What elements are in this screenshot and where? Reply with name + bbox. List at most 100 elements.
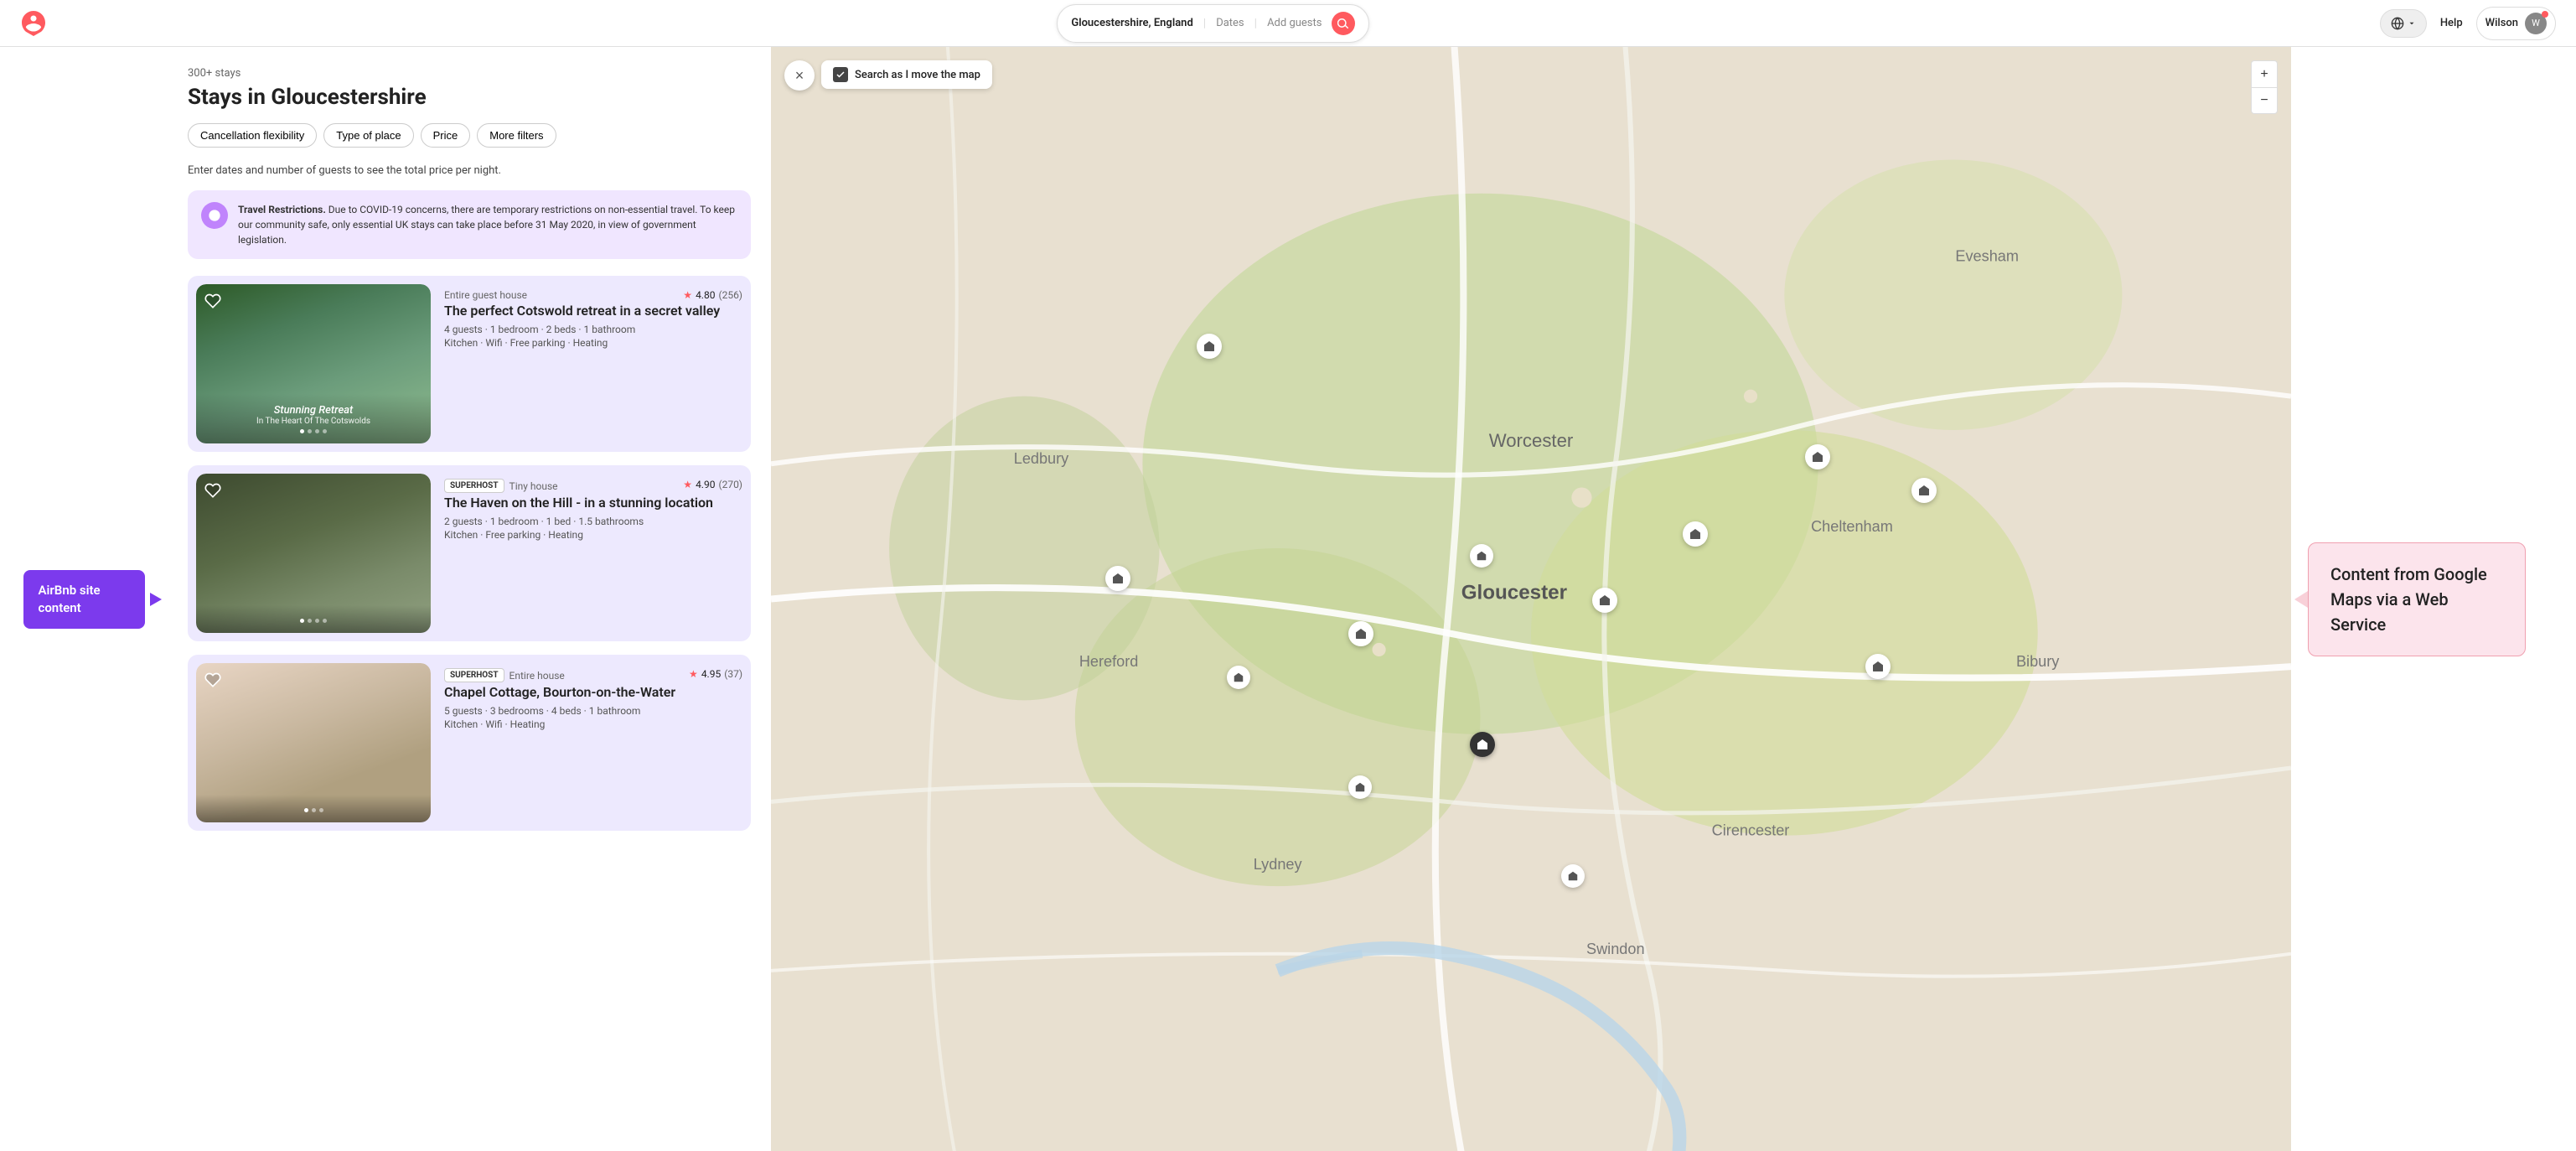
svg-text:Cirencester: Cirencester (1712, 822, 1790, 839)
card-amenities-2: Kitchen · Free parking · Heating (444, 529, 742, 541)
alert-text: Travel Restrictions. Due to COVID-19 con… (238, 202, 737, 247)
svg-text:Ledbury: Ledbury (1014, 450, 1069, 467)
search-dates[interactable]: Dates (1216, 17, 1244, 29)
notification-dot (2542, 11, 2548, 18)
alert-banner: Travel Restrictions. Due to COVID-19 con… (188, 190, 751, 259)
search-button[interactable] (1332, 12, 1355, 35)
card-rating-2: ★ 4.90 (270) (683, 479, 742, 490)
card-title-3: Chapel Cottage, Bourton-on-the-Water (444, 684, 742, 700)
listing-card[interactable]: Stunning Retreat In The Heart Of The Cot… (188, 276, 751, 452)
price-filter[interactable]: Price (421, 123, 471, 148)
superhost-badge: SUPERHOST (444, 479, 504, 493)
home-icon-2 (1111, 572, 1125, 585)
zoom-out-button[interactable]: − (2251, 87, 2278, 114)
search-bar[interactable]: Gloucestershire, England | Dates | Add g… (1057, 4, 1369, 43)
search-as-move-label: Search as I move the map (855, 69, 980, 81)
user-menu[interactable]: Wilson W (2476, 7, 2556, 40)
avatar-wrap: W (2525, 13, 2547, 34)
help-link[interactable]: Help (2440, 17, 2463, 29)
zoom-controls: + − (2251, 60, 2278, 114)
home-icon-5 (1689, 527, 1702, 541)
card-info: Entire guest house ★ 4.80 (256) The perf… (444, 284, 742, 443)
main-body: AirBnb site content 300+ stays Stays in … (0, 47, 2576, 1151)
language-button[interactable] (2380, 9, 2427, 38)
home-icon-7 (1917, 484, 1931, 497)
listing-card-3[interactable]: SUPERHOST Entire house ★ 4.95 (37) Chape… (188, 655, 751, 831)
result-title: Stays in Gloucestershire (188, 85, 751, 110)
card-type-3: SUPERHOST Entire house (444, 668, 565, 682)
listing-type-2: Tiny house (510, 480, 558, 492)
airbnb-logo-icon (20, 10, 47, 37)
shield-icon (208, 209, 221, 222)
filters: Cancellation flexibility Type of place P… (188, 123, 751, 148)
svg-text:Hereford: Hereford (1079, 653, 1139, 670)
heart-icon-3 (204, 671, 221, 688)
map-pin-11[interactable] (1227, 666, 1250, 689)
card-rating-3: ★ 4.95 (37) (689, 668, 742, 680)
map-close-button[interactable]: × (784, 60, 815, 91)
cancellation-filter[interactable]: Cancellation flexibility (188, 123, 317, 148)
svg-text:Gloucester: Gloucester (1461, 582, 1568, 604)
chevron-down-icon (2408, 19, 2416, 28)
map-pin-12[interactable] (1470, 544, 1493, 568)
wishlist-button-3[interactable] (204, 671, 221, 691)
logo[interactable] (20, 10, 47, 37)
map-svg: Worcester Gloucester Cheltenham Hereford… (771, 47, 2291, 1151)
home-icon-11 (1233, 671, 1244, 683)
review-count-3: (37) (724, 668, 742, 680)
svg-text:Swindon: Swindon (1586, 941, 1645, 957)
home-icon-8 (1871, 660, 1885, 673)
search-location: Gloucestershire, England (1071, 17, 1192, 29)
maps-arrow (2294, 591, 2308, 608)
checkmark-icon (835, 70, 846, 80)
superhost-badge-3: SUPERHOST (444, 668, 504, 682)
map-pin-7[interactable] (1911, 478, 1937, 503)
card-info-2: SUPERHOST Tiny house ★ 4.90 (270) The Ha… (444, 474, 742, 633)
listing-card[interactable]: SUPERHOST Tiny house ★ 4.90 (270) The Ha… (188, 465, 751, 641)
left-panel: 300+ stays Stays in Gloucestershire Canc… (168, 47, 771, 1151)
wishlist-button[interactable] (204, 482, 221, 501)
search-as-move-checkbox[interactable]: Search as I move the map (821, 60, 992, 89)
home-icon-9 (1354, 781, 1366, 793)
username: Wilson (2485, 17, 2518, 29)
card-header: Entire guest house ★ 4.80 (256) (444, 289, 742, 303)
map-pin-6[interactable] (1805, 444, 1830, 469)
image-dots-2 (206, 619, 421, 623)
svg-text:Evesham: Evesham (1955, 247, 2019, 264)
heart-icon (204, 482, 221, 499)
card-header-3: SUPERHOST Entire house ★ 4.95 (37) (444, 668, 742, 684)
home-icon-4 (1598, 594, 1611, 607)
maps-label: Content from Google Maps via a Web Servi… (2308, 542, 2526, 656)
rating-value-2: 4.90 (696, 479, 715, 490)
more-filters-button[interactable]: More filters (477, 123, 556, 148)
map-panel: Worcester Gloucester Cheltenham Hereford… (771, 47, 2291, 1151)
type-filter[interactable]: Type of place (323, 123, 413, 148)
map-pin-2[interactable] (1105, 566, 1130, 591)
zoom-in-button[interactable]: + (2251, 60, 2278, 87)
map-pin-4[interactable] (1592, 588, 1617, 613)
rating-value-3: 4.95 (701, 668, 721, 680)
overlay-title: Stunning Retreat (206, 404, 421, 417)
card-header-2: SUPERHOST Tiny house ★ 4.90 (270) (444, 479, 742, 495)
card-info-3: SUPERHOST Entire house ★ 4.95 (37) Chape… (444, 663, 742, 822)
airbnb-arrow (150, 593, 162, 606)
card-image-1: Stunning Retreat In The Heart Of The Cot… (196, 284, 431, 443)
home-icon-3 (1354, 627, 1368, 640)
map-pin-10[interactable] (1561, 864, 1585, 888)
rating-value: 4.80 (696, 289, 715, 301)
wishlist-button[interactable] (204, 293, 221, 312)
search-guests[interactable]: Add guests (1267, 17, 1322, 29)
listing-type: Entire guest house (444, 289, 527, 301)
header: Gloucestershire, England | Dates | Add g… (0, 0, 2576, 47)
star-icon-3: ★ (689, 668, 698, 680)
card-image-2 (196, 474, 431, 633)
card-type-2: SUPERHOST Tiny house (444, 479, 558, 493)
card-amenities-3: Kitchen · Wifi · Heating (444, 718, 742, 730)
card-details-3: 5 guests · 3 bedrooms · 4 beds · 1 bathr… (444, 705, 742, 717)
home-icon-active (1476, 738, 1489, 751)
listing-type-3: Entire house (510, 670, 565, 682)
map-pin-3[interactable] (1348, 621, 1373, 646)
card-amenities: Kitchen · Wifi · Free parking · Heating (444, 337, 742, 349)
home-icon-6 (1811, 450, 1824, 464)
map-pin-active[interactable] (1470, 732, 1495, 757)
